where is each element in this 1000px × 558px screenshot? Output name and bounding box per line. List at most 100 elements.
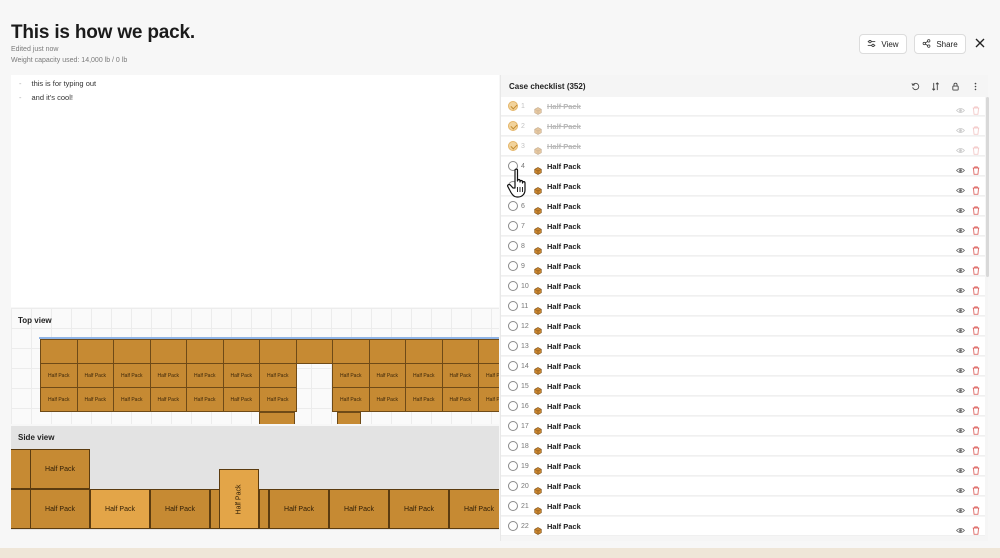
trash-icon[interactable] [972,222,980,235]
case-checkbox[interactable] [508,381,518,391]
top-view-case[interactable]: Half Pack [478,363,499,388]
checklist-row[interactable]: 18 Half Pack [501,437,985,456]
eye-icon[interactable] [955,102,966,113]
top-view-case[interactable]: Half Pack [368,363,406,388]
case-checkbox[interactable] [508,421,518,431]
eye-icon[interactable] [955,202,966,213]
case-checkbox[interactable] [508,341,518,351]
share-button[interactable]: Share [914,34,966,54]
trash-icon[interactable] [972,302,980,315]
case-checkbox[interactable] [508,461,518,471]
eye-icon[interactable] [955,402,966,413]
case-checkbox[interactable] [508,481,518,491]
checklist-row[interactable]: 16 Half Pack [501,397,985,416]
checklist-row[interactable]: 3 Half Pack [501,137,985,156]
top-view-case[interactable] [405,339,443,364]
top-view-case[interactable] [478,339,499,364]
checklist-row[interactable]: 11 Half Pack [501,297,985,316]
top-view-case[interactable]: Half Pack [76,363,114,388]
checklist-row[interactable]: 19 Half Pack [501,457,985,476]
side-view-case[interactable]: Half Pack [150,489,210,529]
case-checkbox[interactable] [508,201,518,211]
case-checkbox[interactable] [508,301,518,311]
trash-icon[interactable] [972,162,980,175]
top-view-case[interactable] [368,339,406,364]
trash-icon[interactable] [972,102,980,115]
top-view-case[interactable]: Half Pack [332,363,370,388]
case-checkbox[interactable] [508,401,518,411]
checklist-row[interactable]: 10 Half Pack [501,277,985,296]
eye-icon[interactable] [955,122,966,133]
case-checkbox[interactable] [508,441,518,451]
top-view-case[interactable]: Half Pack [405,363,443,388]
trash-icon[interactable] [972,422,980,435]
eye-icon[interactable] [955,382,966,393]
checklist-row[interactable]: 21 Half Pack [501,497,985,516]
case-checkbox[interactable] [508,141,518,151]
trash-icon[interactable] [972,282,980,295]
trash-icon[interactable] [972,182,980,195]
side-view-case[interactable]: Half Pack [30,489,90,529]
top-view-case[interactable]: Half Pack [40,387,78,412]
top-view-case[interactable] [40,339,78,364]
trash-icon[interactable] [972,122,980,135]
side-view-case[interactable] [11,449,31,489]
top-view-case[interactable] [113,339,151,364]
trash-icon[interactable] [972,362,980,375]
case-checkbox[interactable] [508,361,518,371]
top-view-case[interactable]: Half Pack [441,387,479,412]
case-checkbox[interactable] [508,101,518,111]
eye-icon[interactable] [955,362,966,373]
checklist-scrollbar[interactable] [986,97,989,277]
eye-icon[interactable] [955,222,966,233]
notes-editor[interactable]: - this is for typing out - and it's cool… [11,75,499,307]
trash-icon[interactable] [972,382,980,395]
eye-icon[interactable] [955,522,966,533]
top-view-case[interactable] [222,339,260,364]
side-view-case[interactable]: Half Pack [269,489,329,529]
top-view-case[interactable]: Half Pack [149,363,187,388]
side-view-case[interactable]: Half Pack [30,449,90,489]
top-view-case[interactable]: Half Pack [332,387,370,412]
top-view-case[interactable]: Half Pack [259,387,297,412]
top-view-case[interactable] [149,339,187,364]
side-view-case[interactable]: Half Pack [389,489,449,529]
checklist-row[interactable]: 15 Half Pack [501,377,985,396]
eye-icon[interactable] [955,302,966,313]
checklist-row[interactable]: 13 Half Pack [501,337,985,356]
trash-icon[interactable] [972,522,980,535]
view-button[interactable]: View [859,34,907,54]
eye-icon[interactable] [955,482,966,493]
top-view-case[interactable]: Half Pack [186,387,224,412]
close-button[interactable] [973,37,987,51]
side-view-case[interactable]: Half Pack [219,469,259,529]
top-view-case[interactable] [295,339,333,364]
eye-icon[interactable] [955,462,966,473]
trash-icon[interactable] [972,482,980,495]
top-view-case[interactable] [259,339,297,364]
top-view-case[interactable]: Half Pack [368,387,406,412]
trash-icon[interactable] [972,202,980,215]
checklist-row[interactable]: 12 Half Pack [501,317,985,336]
case-checkbox[interactable] [508,521,518,531]
trash-icon[interactable] [972,402,980,415]
top-view-case[interactable]: Half Pack [222,363,260,388]
top-view-case[interactable]: Half Pack [113,387,151,412]
case-checkbox[interactable] [508,261,518,271]
eye-icon[interactable] [955,182,966,193]
top-view-case[interactable] [337,412,361,424]
checklist-row[interactable]: 14 Half Pack [501,357,985,376]
eye-icon[interactable] [955,162,966,173]
trash-icon[interactable] [972,242,980,255]
case-checkbox[interactable] [508,321,518,331]
case-checkbox[interactable] [508,241,518,251]
top-view-case[interactable]: Half Pack [186,363,224,388]
eye-icon[interactable] [955,502,966,513]
top-view-case[interactable] [76,339,114,364]
eye-icon[interactable] [955,322,966,333]
trash-icon[interactable] [972,142,980,155]
checklist-row[interactable]: 6 Half Pack [501,197,985,216]
checklist-row[interactable]: 7 Half Pack [501,217,985,236]
checklist-row[interactable]: 2 Half Pack [501,117,985,136]
trash-icon[interactable] [972,442,980,455]
